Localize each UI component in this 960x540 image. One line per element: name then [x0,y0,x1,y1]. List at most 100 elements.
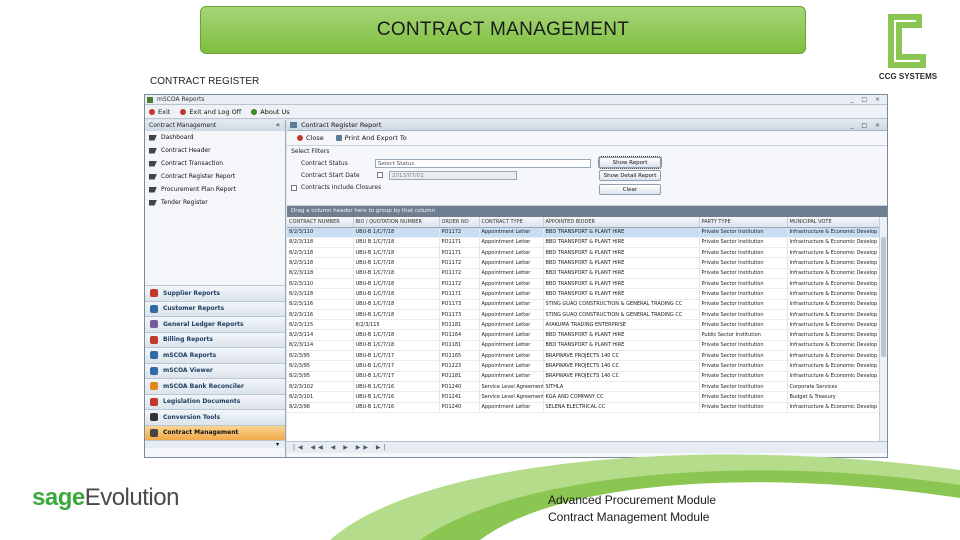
group-by-hint[interactable]: Drag a column header here to group by th… [287,206,887,217]
column-header[interactable]: APPOINTED BIDDER [543,217,700,228]
column-header[interactable]: CONTRACT TYPE [479,217,544,228]
table-cell: BRAPWAVE PROJECTS 140 CC [543,371,700,382]
sidebar-link[interactable]: Dashboard [145,131,285,144]
table-row[interactable]: 8/2/3/95 UBU-B 1/C/7/17 PO1223 Appointment … [287,360,880,372]
table-row[interactable]: 8/2/3/118 UBU B 1/C/7/18 PO1171 Appointment… [287,237,880,249]
show-report-button[interactable]: Show Report [598,156,662,169]
table-cell: UBU-B 1/C/7/18 [353,340,440,352]
slide-title-banner: CONTRACT MANAGEMENT [200,6,806,54]
table-cell: BRAPWAVE PROJECTS 140 CC [543,360,700,372]
app-toolbar-item[interactable]: Exit [149,108,170,116]
sidebar-module[interactable]: General Ledger Reports [145,316,285,332]
sidebar-link[interactable]: Contract Register Report [145,170,285,183]
table-cell: Infrastructure & Economic Develop [787,319,880,331]
table-row[interactable]: 8/2/3/118 UBU-B 1/C/7/18 PO1171 Appointment… [287,288,880,300]
table-cell: Private Sector Institution [699,247,788,259]
sidebar-module[interactable]: mSCOA Bank Reconciler [145,378,285,394]
table-cell: KGA AND COMPANY CC [543,391,700,403]
table-row[interactable]: 8/2/3/95 UBU-B 1/C/7/17 PO1165 Appointment … [287,350,880,362]
show-detail-report-button[interactable]: Show Detail Report [599,170,661,181]
table-cell: PO1181 [439,340,480,352]
sidebar-link[interactable]: Tender Register [145,196,285,209]
report-link-icon [149,134,157,141]
table-row[interactable]: 8/2/3/98 UBU-B 1/C/7/16 PO1240 Appointment … [287,402,880,413]
start-date-checkbox[interactable] [377,172,383,178]
table-cell: PO1173 [439,309,480,321]
table-row[interactable]: 8/2/3/95 UBU-B 1/C/7/17 PO1181 Appointment … [287,371,880,382]
report-link-icon [149,186,157,193]
vertical-scrollbar[interactable] [879,217,887,441]
sidebar-module-label: Contract Management [163,429,239,437]
table-cell: 8/2/3/114 [287,340,354,352]
table-cell: BBD TRANSPORT & PLANT HIRE [543,329,700,341]
app-title: mSCOA Reports [157,96,205,103]
sidebar-module[interactable]: Contract Management [145,424,285,440]
column-header[interactable]: PARTY TYPE [699,217,788,228]
sidebar-link-label: Procurement Plan Report [161,186,236,193]
clear-button[interactable]: Clear [599,184,661,195]
table-cell: 8/2/3/116 [287,299,354,310]
brand-regular: Evolution [84,484,180,511]
module-line-1: Advanced Procurement Module [548,493,717,507]
table-cell: Infrastructure & Economic Develop [787,278,880,290]
table-row[interactable]: 8/2/3/118 UBU-B 1/C/7/18 PO1171 Appointment… [287,247,880,259]
table-row[interactable]: 8/2/3/116 UBU-B 1/C/7/18 PO1173 Appointment… [287,299,880,310]
collapse-icon[interactable]: « [276,120,280,131]
include-closures-label: Contracts Include Closures [301,184,382,191]
table-cell: Private Sector Institution [699,227,788,238]
table-cell: Infrastructure & Economic Develop [787,227,880,238]
table-row[interactable]: 8/2/3/116 UBU-B 1/C/7/18 PO1173 Appointment… [287,309,880,321]
table-cell: Private Sector Institution [699,350,788,362]
table-row[interactable]: 8/2/3/110 UBU-B 1/C/7/18 PO1172 Appointment… [287,278,880,290]
sidebar-link[interactable]: Contract Header [145,144,285,157]
table-row[interactable]: 8/2/3/114 UBU-B 1/C/7/18 PO1181 Appointment… [287,340,880,352]
report-window-controls[interactable]: _ □ × [850,120,883,131]
table-cell: Appointment Letter [479,309,544,321]
table-row[interactable]: 8/2/3/114 UBU-B 1/C/7/18 PO1164 Appointment… [287,329,880,341]
window-controls[interactable]: _ □ × [850,95,883,105]
contract-status-label: Contract Status [301,160,348,167]
app-toolbar-item[interactable]: Exit and Log Off [180,108,241,116]
sidebar-link[interactable]: Contract Transaction [145,157,285,170]
sidebar-module[interactable]: Customer Reports [145,300,285,316]
table-row[interactable]: 8/2/3/102 UBU-B 1/C/7/16 PO1240 Service Lev… [287,381,880,393]
start-date-field[interactable]: 2013/07/01 [389,171,517,180]
table-cell: Infrastructure & Economic Develop [787,299,880,310]
table-cell: BRAPWAVE PROJECTS 140 CC [543,350,700,362]
contract-status-select[interactable]: Select Status [375,159,591,168]
sidebar-module[interactable]: mSCOA Viewer [145,362,285,378]
table-cell: UBU-B 1/C/7/18 [353,268,440,279]
sidebar-link[interactable]: Procurement Plan Report [145,183,285,196]
table-cell: Private Sector Institution [699,299,788,310]
table-row[interactable]: 8/2/3/118 UBU-B 1/C/7/18 PO1172 Appointment… [287,257,880,269]
table-cell: PO1173 [439,299,480,310]
table-row[interactable]: 8/2/3/115 8/2/3/115 PO1181 Appointment Lett… [287,319,880,331]
sidebar-module[interactable]: Legislation Documents [145,393,285,409]
table-cell: STING GUAQ CONSTRUCTION & GENERAL TRADIN… [543,309,700,321]
sidebar-module[interactable]: Supplier Reports [145,285,285,301]
table-row[interactable]: 8/2/3/101 UBU-B 1/C/7/16 PO1241 Service Lev… [287,391,880,403]
table-row[interactable]: 8/2/3/118 UBU-B 1/C/7/18 PO1172 Appointment… [287,268,880,279]
sidebar-module[interactable]: Billing Reports [145,331,285,347]
print-export-button[interactable]: Print And Export To [335,134,407,142]
table-cell: UBU-B 1/C/7/18 [353,288,440,300]
include-closures-checkbox[interactable] [291,185,297,191]
table-cell: UBU-B 1/C/7/16 [353,391,440,403]
column-header[interactable]: BID / QUOTATION NUMBER [353,217,440,228]
report-window: Contract Register Report _ □ × Close Pri… [287,120,887,457]
app-toolbar-item[interactable]: About Us [251,108,290,116]
close-icon [297,135,303,141]
sidebar-module[interactable]: Conversion Tools [145,409,285,425]
table-cell: 8/2/3/118 [287,268,354,279]
close-button[interactable]: Close [297,134,324,142]
table-cell: Service Level Agreement [479,391,544,403]
column-header[interactable]: MUNICIPAL VOTE [787,217,880,228]
table-cell: UBU-B 1/C/7/18 [353,329,440,341]
table-cell: UBU B 1/C/7/18 [353,237,440,249]
column-header[interactable]: CONTRACT NUMBER [287,217,354,228]
sidebar-module[interactable]: mSCOA Reports [145,347,285,363]
column-header[interactable]: ORDER NO [439,217,480,228]
table-row[interactable]: 8/2/3/110 UBU-B 1/C/7/18 PO1172 Appointment… [287,227,880,238]
table-cell: 8/2/3/114 [287,329,354,341]
scrollbar-thumb[interactable] [881,237,886,357]
